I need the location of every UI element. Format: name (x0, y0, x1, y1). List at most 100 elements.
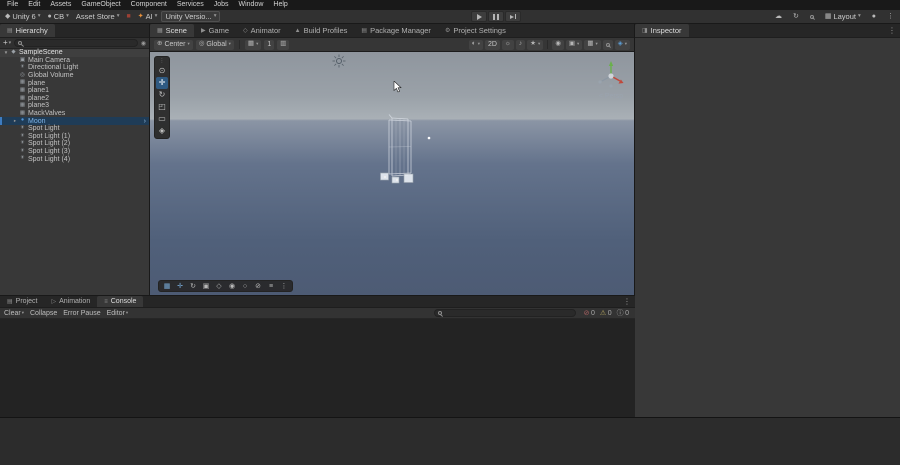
error-pause-button[interactable]: Error Pause (63, 310, 100, 317)
unity-version-dropdown[interactable]: Unity Versio... ▾ (161, 11, 221, 22)
tab-build-profiles[interactable]: ▲ Build Profiles (288, 24, 355, 37)
menu-item-services[interactable]: Services (172, 0, 209, 10)
editor-dropdown[interactable]: Editor ▾ (107, 310, 129, 317)
console-search[interactable] (433, 309, 576, 317)
tab-animator[interactable]: ◇ Animator (236, 24, 288, 37)
move-snap-button[interactable]: ✛ (174, 281, 186, 291)
console-log-area[interactable] (0, 319, 635, 417)
grid-toggle-button[interactable]: ▦ (161, 281, 173, 291)
hierarchy-item-moon[interactable]: ▸ ● Moon › (0, 117, 149, 125)
asset-store-button[interactable]: Asset Store ▾ (73, 11, 123, 22)
hierarchy-item-plane2[interactable]: ▦ plane2 (0, 95, 149, 103)
wireframe-button[interactable]: ◇ (213, 281, 225, 291)
tool-handle-pivot-dropdown[interactable]: ⊕ Center ▾ (154, 39, 193, 50)
overflow-menu-button[interactable]: ⋮ (884, 11, 897, 22)
tab-animation[interactable]: ▷ Animation (44, 296, 97, 307)
tab-console[interactable]: ≡ Console (97, 296, 144, 307)
overlay-more-button[interactable]: ⋮ (278, 281, 290, 291)
tab-package-manager[interactable]: ▤ Package Manager (354, 24, 438, 37)
frame-selected-button[interactable]: ▣ (200, 281, 212, 291)
hierarchy-search[interactable] (14, 39, 138, 47)
hierarchy-item-mackvalves[interactable]: ▦ MackValves (0, 110, 149, 118)
menu-item-assets[interactable]: Assets (45, 0, 76, 10)
hierarchy-item-spot-light-1[interactable]: ☀ Spot Light (1) (0, 133, 149, 141)
persp-label[interactable]: < Persp (586, 93, 634, 100)
move-tool-button[interactable]: ✛ (156, 77, 168, 89)
sync-button[interactable]: ↻ (790, 11, 802, 22)
effects-dropdown[interactable]: ★ ▾ (527, 39, 544, 50)
add-gameobject-button[interactable]: + ▾ (3, 39, 11, 47)
tab-inspector[interactable]: ◨ Inspector (635, 24, 689, 37)
transform-tool-button[interactable]: ◈ (156, 125, 168, 137)
rect-tool-button[interactable]: ▭ (156, 113, 168, 125)
tab-project-settings[interactable]: ⚙ Project Settings (438, 24, 513, 37)
camera-overlay-button[interactable]: ◉ (226, 281, 238, 291)
orbit-button[interactable]: ↻ (187, 281, 199, 291)
panel-overflow-icon[interactable]: ⋮ (619, 297, 635, 306)
collapse-button[interactable]: Collapse (30, 310, 57, 317)
menu-item-component[interactable]: Component (126, 0, 172, 10)
hierarchy-item-global-volume[interactable]: ◎ Global Volume (0, 72, 149, 80)
menu-item-file[interactable]: File (2, 0, 23, 10)
zoom-button[interactable]: ○ (239, 281, 251, 291)
snap-settings-button[interactable]: ▥ (277, 39, 290, 50)
hierarchy-item-spot-light[interactable]: ☀ Spot Light (0, 125, 149, 133)
account-cb-button[interactable]: ● CB ▾ (45, 11, 72, 22)
tab-game[interactable]: ▶ Game (194, 24, 236, 37)
view-tool-button[interactable]: ⊙ (156, 65, 168, 77)
foldout-arrow-icon[interactable]: ▸ (11, 118, 19, 124)
shading-mode-dropdown[interactable]: ◐ ▾ (468, 39, 483, 50)
tab-project[interactable]: ▤ Project (0, 296, 44, 307)
unity-version-button[interactable]: ◆ Unity 6 ▾ (2, 11, 44, 22)
open-prefab-chevron[interactable]: › (144, 118, 146, 125)
account-avatar-button[interactable]: ● (869, 11, 879, 22)
hierarchy-item-samplescene[interactable]: ▼ ◆ SampleScene (0, 49, 149, 57)
inspector-overflow-icon[interactable]: ⋮ (884, 26, 900, 35)
menu-item-jobs[interactable]: Jobs (209, 0, 234, 10)
search-button[interactable] (807, 11, 817, 22)
tab-hierarchy[interactable]: ▤ Hierarchy (0, 24, 55, 37)
scene-visibility-icon[interactable]: ◉ (141, 40, 146, 47)
scene-viewport[interactable]: ⋮ ⊙ ✛ ↻ ◰ ▭ ◈ < Persp ▦ ✛ ↻ ▣ ◇ ◉ ○ ⊘ ≡ … (150, 52, 634, 295)
hierarchy-item-directional-light[interactable]: ☀ Directional Light (0, 64, 149, 72)
2d-toggle-button[interactable]: 2D (484, 39, 500, 50)
clear-button[interactable]: Clear ▾ (4, 310, 24, 317)
foldout-arrow-icon[interactable]: ▼ (2, 50, 10, 56)
warning-badge[interactable]: ⚠ 0 (600, 310, 612, 317)
hierarchy-item-plane[interactable]: ▦ plane (0, 79, 149, 87)
ai-button[interactable]: ✦ AI ▾ (135, 11, 161, 22)
audio-toggle-button[interactable]: ♪ (515, 39, 526, 50)
hierarchy-item-spot-light-2[interactable]: ☀ Spot Light (2) (0, 140, 149, 148)
menu-item-window[interactable]: Window (234, 0, 269, 10)
lighting-toggle-button[interactable]: ☼ (501, 39, 514, 50)
console-search-input[interactable] (443, 309, 572, 317)
camera-settings-dropdown[interactable]: ▣ ▾ (565, 39, 583, 50)
tool-handle-rotation-dropdown[interactable]: ◎ Global ▾ (195, 39, 234, 50)
pause-button[interactable] (488, 11, 504, 22)
hidden-objects-toggle[interactable]: ◉ (552, 39, 564, 50)
scene-orientation-gizmo[interactable] (594, 58, 628, 92)
scene-object-tower[interactable] (380, 114, 438, 192)
tab-scene[interactable]: ▦ Scene (150, 24, 194, 37)
snap-increment-value[interactable]: 1 (264, 39, 275, 50)
record-button[interactable]: ■ (123, 11, 133, 22)
play-button[interactable] (471, 11, 487, 22)
rotate-tool-button[interactable]: ↻ (156, 89, 168, 101)
menu-item-help[interactable]: Help (268, 0, 292, 10)
step-button[interactable] (505, 11, 521, 22)
hierarchy-item-plane1[interactable]: ▦ plane1 (0, 87, 149, 95)
info-badge[interactable]: ⓘ 0 (617, 310, 629, 317)
gizmos-dropdown[interactable]: ◈ ▾ (614, 39, 630, 50)
grid-visibility-dropdown[interactable]: ▦ ▾ (244, 39, 262, 50)
directional-light-gizmo-icon[interactable] (332, 54, 346, 68)
menu-item-gameobject[interactable]: GameObject (76, 0, 125, 10)
hierarchy-item-plane3[interactable]: ▦ plane3 (0, 102, 149, 110)
scale-tool-button[interactable]: ◰ (156, 101, 168, 113)
grid-settings-dropdown[interactable]: ▦ ▾ (584, 39, 601, 50)
hierarchy-item-spot-light-4[interactable]: ☀ Spot Light (4) (0, 155, 149, 163)
error-badge[interactable]: ⊘ 0 (584, 310, 595, 317)
mute-overlay-button[interactable]: ⊘ (252, 281, 264, 291)
overlay-list-button[interactable]: ≡ (265, 281, 277, 291)
scene-search-button[interactable] (602, 39, 613, 50)
hierarchy-search-input[interactable] (24, 39, 134, 47)
